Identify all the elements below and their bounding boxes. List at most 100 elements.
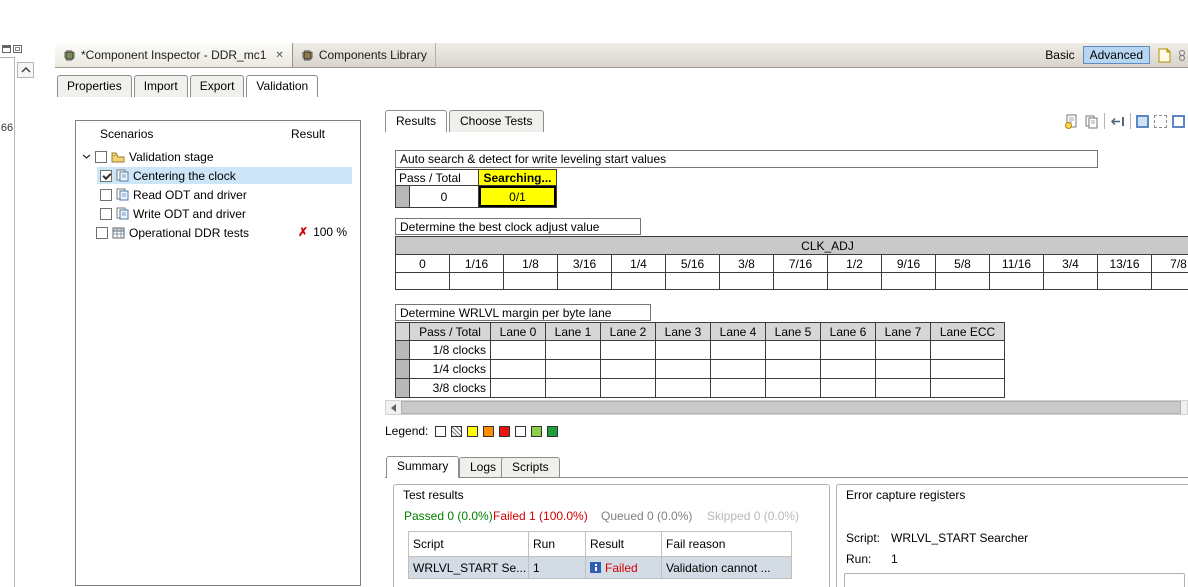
clk-col-header: 0 [395, 254, 449, 272]
tree-item-label: Write ODT and driver [133, 206, 246, 221]
wrlvl-row-label: 3/8 clocks [409, 378, 490, 397]
copy-icon[interactable] [1084, 114, 1099, 129]
tree-item-label: Operational DDR tests [129, 225, 250, 240]
fail-reason-cell[interactable]: Validation cannot ... [661, 556, 791, 578]
clk-cell [611, 272, 665, 289]
toolbar-separator [1130, 113, 1131, 129]
split-view-icon[interactable] [1172, 114, 1185, 128]
run-cell[interactable]: 1 [528, 556, 585, 578]
tree-item-read-odt-and-driver[interactable]: Read ODT and driver [76, 185, 360, 204]
wrlvl-row-label: 1/8 clocks [409, 340, 490, 359]
lane-header: Lane 7 [875, 322, 930, 340]
rail-border [14, 57, 15, 587]
clk-col-header: 7/16 [773, 254, 827, 272]
lane-header: Lane 4 [710, 322, 765, 340]
collapse-panel-button[interactable] [17, 62, 34, 78]
row-marker-cell [395, 359, 409, 378]
run-value: 1 [891, 552, 898, 566]
script-cell[interactable]: WRLVL_START Se... [408, 556, 528, 578]
scenario-icon [116, 207, 129, 220]
lane-header: Lane 1 [545, 322, 600, 340]
chevron-down-icon[interactable] [80, 152, 92, 161]
restore-view-icon[interactable] [1154, 114, 1167, 128]
tab-results[interactable]: Results [385, 110, 448, 132]
tree-item-centering-the-clock[interactable]: Centering the clock [76, 166, 360, 185]
lane-cell [875, 359, 930, 378]
clk-cell [665, 272, 719, 289]
tab-export[interactable]: Export [189, 75, 245, 97]
tree-item-label: Read ODT and driver [133, 187, 247, 202]
lane-cell [710, 359, 765, 378]
legend-label: Legend: [385, 424, 429, 438]
lane-header: Lane 3 [655, 322, 710, 340]
pass-total-header: Pass / Total [409, 322, 490, 340]
folder-icon [111, 151, 125, 163]
tab-components-library[interactable]: Components Library [293, 43, 436, 67]
advanced-mode-button[interactable]: Advanced [1082, 46, 1150, 64]
checkbox[interactable] [100, 188, 112, 201]
lane-header: Lane 6 [820, 322, 875, 340]
lane-header: Lane 2 [600, 322, 655, 340]
column-header-run: Run [528, 531, 585, 556]
tab-validation[interactable]: Validation [246, 75, 319, 97]
pass-value-cell: 0 [409, 185, 478, 207]
clk-cell [1043, 272, 1097, 289]
auto-search-title: Auto search & detect for write leveling … [395, 150, 1098, 168]
horizontal-scrollbar[interactable] [385, 400, 1188, 415]
minimize-icon[interactable] [2, 45, 11, 53]
scrollbar-thumb[interactable] [401, 401, 1181, 414]
tree-item-label: Validation stage [129, 149, 214, 164]
maximize-view-icon[interactable] [1136, 114, 1149, 128]
result-cell[interactable]: Failed [585, 556, 661, 578]
clk-cell [557, 272, 611, 289]
tree-item-write-odt-and-driver[interactable]: Write ODT and driver [76, 204, 360, 223]
clk-cell [827, 272, 881, 289]
restore-icon[interactable] [13, 45, 22, 53]
checkbox[interactable] [100, 207, 112, 220]
corner-cell [395, 322, 409, 340]
checkbox[interactable] [95, 150, 107, 163]
close-icon[interactable]: ✕ [275, 50, 283, 61]
result-cell: ✗ 100 % [298, 225, 347, 239]
lane-cell [655, 340, 710, 359]
clk-cell [773, 272, 827, 289]
tree-item-validation-stage[interactable]: Validation stage [76, 147, 360, 166]
tree-item-label: Centering the clock [133, 168, 236, 183]
tab-properties[interactable]: Properties [57, 75, 132, 97]
clk-col-header: 5/16 [665, 254, 719, 272]
rail-divider [0, 57, 14, 58]
scenario-icon [116, 169, 129, 182]
export-left-icon[interactable] [1110, 114, 1125, 129]
lane-cell [875, 340, 930, 359]
legend-swatch-margin [531, 425, 543, 437]
tab-logs[interactable]: Logs [459, 457, 508, 477]
tab-choose-tests[interactable]: Choose Tests [449, 110, 544, 132]
scroll-left-button[interactable] [386, 401, 401, 414]
clk-col-header: 3/16 [557, 254, 611, 272]
clk-col-header: 1/16 [449, 254, 503, 272]
checkbox[interactable] [100, 169, 112, 182]
tab-component-inspector[interactable]: *Component Inspector - DDR_mc1 ✕ [55, 43, 293, 67]
checkbox[interactable] [96, 226, 108, 239]
new-note-icon[interactable] [1158, 47, 1171, 63]
basic-mode-button[interactable]: Basic [1045, 48, 1074, 62]
tab-import[interactable]: Import [133, 75, 188, 97]
clk-col-header: 1/4 [611, 254, 665, 272]
scenario-icon [116, 188, 129, 201]
lane-cell [875, 378, 930, 397]
tab-summary[interactable]: Summary [386, 456, 460, 478]
clk-col-header: 3/8 [719, 254, 773, 272]
lane-cell [930, 340, 1004, 359]
report-icon[interactable] [1064, 114, 1079, 129]
tree-item-operational-ddr-tests[interactable]: Operational DDR tests ✗ 100 % [76, 223, 360, 242]
toolbar-separator [1104, 113, 1105, 129]
tab-scripts[interactable]: Scripts [501, 457, 560, 477]
lane-cell [600, 340, 655, 359]
lane-cell [765, 359, 820, 378]
clk-cell [935, 272, 989, 289]
failed-status-icon [590, 562, 601, 573]
clk-col-header: 1/2 [827, 254, 881, 272]
rail-badge: 66 [0, 122, 14, 134]
clk-col-header: 3/4 [1043, 254, 1097, 272]
legend-swatch-searching [467, 425, 479, 437]
